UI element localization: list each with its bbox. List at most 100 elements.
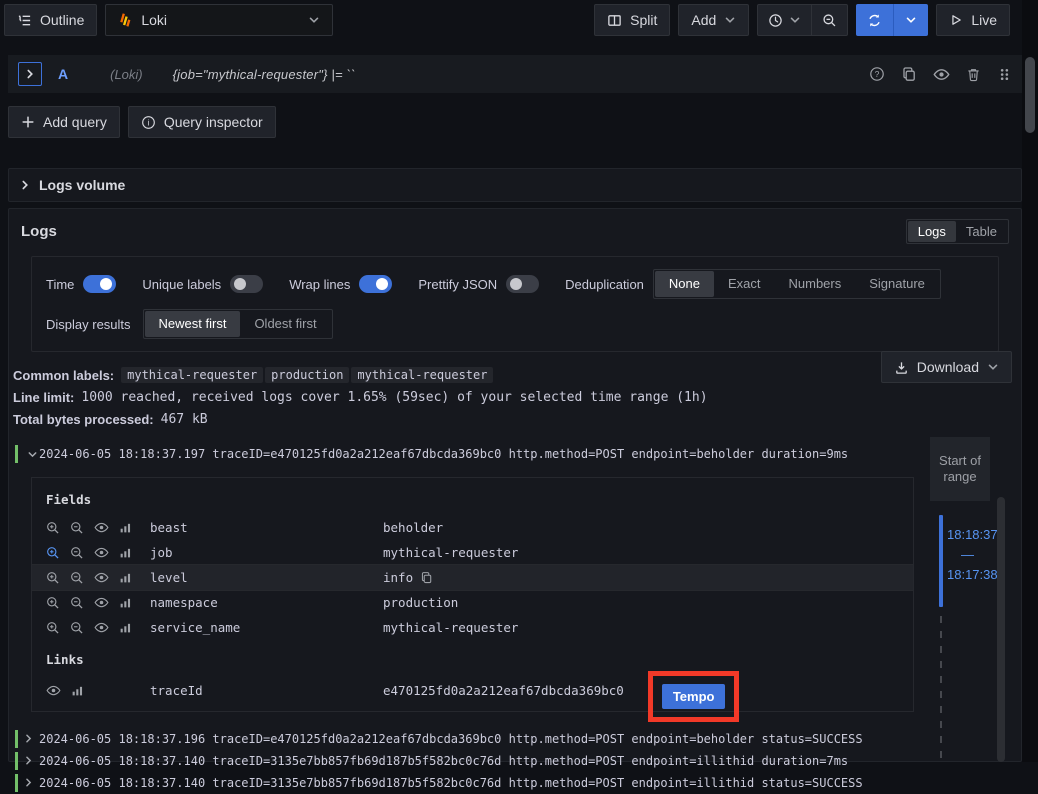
bar-chart-icon[interactable] [119,596,132,609]
log-detail-panel: Fields beast beholder job [31,477,914,712]
bar-chart-icon[interactable] [119,521,132,534]
chevron-down-icon [987,361,999,373]
chevron-right-icon[interactable] [23,777,39,788]
eye-icon[interactable] [933,66,950,83]
svg-text:i: i [147,117,149,127]
line-limit-line: Line limit: 1000 reached, received logs … [13,386,1017,408]
toggle-prettify-json-switch[interactable] [506,275,539,293]
search-minus-icon[interactable] [70,571,84,585]
view-option-table[interactable]: Table [956,221,1007,242]
datasource-picker[interactable]: Loki [105,4,333,36]
bar-chart-icon[interactable] [119,621,132,634]
field-value: info [383,570,433,585]
toggle-wrap-lines-switch[interactable] [359,275,392,293]
time-range-values: 18:18:37 — 18:17:38 [947,527,998,582]
switch-knob [234,278,246,290]
eye-icon[interactable] [94,545,109,560]
datasource-name: Loki [141,12,167,28]
outline-button[interactable]: Outline [4,4,97,36]
total-bytes-line: Total bytes processed: 467 kB [13,408,1017,430]
eye-icon[interactable] [94,520,109,535]
view-option-logs[interactable]: Logs [908,221,956,242]
help-circle-icon[interactable]: ? [869,66,885,82]
download-button[interactable]: Download [881,351,1012,383]
search-plus-icon[interactable] [46,596,60,610]
chevron-right-icon[interactable] [23,755,39,766]
search-minus-icon[interactable] [70,621,84,635]
search-minus-icon[interactable] [70,521,84,535]
log-row[interactable]: 2024-06-05 18:18:37.196 traceID=e470125f… [15,728,1021,750]
query-collapse-button[interactable] [18,62,42,86]
field-value: mythical-requester [383,545,518,560]
log-line-text: 2024-06-05 18:18:37.140 traceID=3135e7bb… [39,775,863,791]
search-minus-icon[interactable] [70,596,84,610]
toggle-wrap-lines-label: Wrap lines [289,277,350,292]
log-row-expanded[interactable]: 2024-06-05 18:18:37.197 traceID=e470125f… [15,443,1021,465]
time-picker-button[interactable] [758,5,811,35]
query-expression[interactable]: {job="mythical-requester"} |= `` [173,67,356,82]
chevron-down-icon[interactable] [27,449,38,465]
copy-icon[interactable] [420,571,433,584]
page-scrollbar-thumb[interactable] [1025,57,1035,133]
bar-chart-icon[interactable] [119,571,132,584]
add-query-button[interactable]: Add query [8,106,120,138]
bar-chart-icon[interactable] [119,546,132,559]
split-button[interactable]: Split [594,4,670,36]
dedup-option-exact[interactable]: Exact [714,271,775,297]
logs-panel: Logs Logs Table Time Unique labels Wrap … [8,208,1022,762]
eye-icon[interactable] [94,570,109,585]
plus-icon [21,115,35,129]
dedup-option-signature[interactable]: Signature [855,271,939,297]
time-range-bar [939,515,943,607]
field-name: namespace [150,595,383,610]
chevron-right-icon[interactable] [23,733,39,744]
query-datasource-hint: (Loki) [110,67,143,82]
toggle-wrap-lines: Wrap lines [289,275,392,293]
log-row-clipped[interactable]: 2024-06-05 18:18:37.140 traceID=3135e7bb… [15,772,1021,794]
refresh-button[interactable] [856,4,893,36]
toggle-time-switch[interactable] [83,275,116,293]
logs-volume-panel[interactable]: Logs volume [8,168,1022,202]
field-row-beast: beast beholder [32,515,913,540]
trash-icon[interactable] [966,67,981,82]
split-label: Split [630,12,657,28]
search-plus-icon[interactable] [46,621,60,635]
chevron-down-icon [308,14,320,26]
switch-knob [100,278,112,290]
order-option-newest[interactable]: Newest first [145,311,241,337]
bar-chart-icon[interactable] [71,684,84,697]
toggle-unique-labels-switch[interactable] [230,275,263,293]
tempo-link-button[interactable]: Tempo [662,684,726,709]
chevron-right-icon [24,68,36,80]
search-plus-icon[interactable] [46,571,60,585]
logs-scrollbar-thumb[interactable] [997,497,1005,762]
query-inspector-button[interactable]: i Query inspector [128,106,276,138]
live-button[interactable]: Live [936,4,1010,36]
page-scrollbar[interactable] [1022,0,1038,762]
add-button[interactable]: Add [678,4,749,36]
eye-icon[interactable] [46,683,61,698]
split-icon [607,13,622,28]
field-row-job: job mythical-requester [32,540,913,565]
label-chip: mythical-requester [121,367,263,383]
dedup-options: None Exact Numbers Signature [653,269,941,299]
zoom-out-time-button[interactable] [812,5,847,35]
eye-icon[interactable] [94,620,109,635]
common-labels-label: Common labels: [13,368,114,383]
field-name: level [150,570,383,585]
log-row[interactable]: 2024-06-05 18:18:37.140 traceID=3135e7bb… [15,750,1021,772]
refresh-interval-button[interactable] [894,4,928,36]
copy-icon[interactable] [901,66,917,82]
dedup-option-numbers[interactable]: Numbers [775,271,856,297]
dedup-option-none[interactable]: None [655,271,714,297]
label-chip: mythical-requester [351,367,493,383]
order-options: Newest first Oldest first [143,309,333,339]
search-minus-icon[interactable] [70,546,84,560]
search-plus-icon[interactable] [46,521,60,535]
drag-handle-icon[interactable] [997,67,1012,82]
order-option-oldest[interactable]: Oldest first [240,311,330,337]
logs-view-toggle: Logs Table [906,219,1009,244]
log-level-indicator [15,730,18,748]
eye-icon[interactable] [94,595,109,610]
search-plus-icon[interactable] [46,546,60,560]
